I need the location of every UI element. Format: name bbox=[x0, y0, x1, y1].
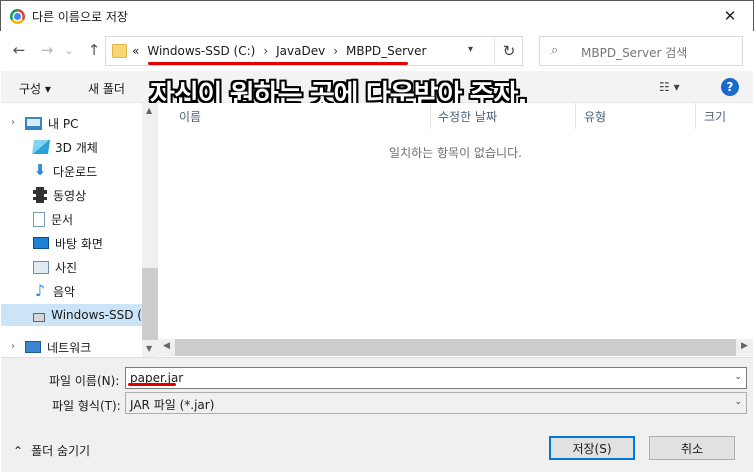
chrome-icon bbox=[10, 9, 25, 24]
help-icon[interactable]: ? bbox=[721, 78, 739, 96]
save-button[interactable]: 저장(S) bbox=[549, 436, 635, 460]
drive-icon bbox=[33, 312, 46, 322]
column-divider[interactable] bbox=[430, 103, 431, 129]
sidebar-item-videos[interactable]: 동영상 bbox=[33, 184, 86, 206]
forward-arrow-icon[interactable]: → bbox=[38, 41, 56, 59]
filetype-select[interactable]: JAR 파일 (*.jar) ⌄ bbox=[125, 392, 747, 414]
sidebar-item-desktop[interactable]: 바탕 화면 bbox=[33, 232, 103, 254]
chevron-down-icon[interactable]: ⌄ bbox=[734, 397, 742, 407]
cancel-button[interactable]: 취소 bbox=[649, 436, 735, 460]
sidebar-item-label: 다운로드 bbox=[53, 164, 98, 179]
expand-chevron-icon[interactable]: › bbox=[11, 341, 15, 352]
column-header-name[interactable]: 이름 bbox=[179, 103, 201, 129]
sidebar-item-this-pc[interactable]: 내 PC bbox=[25, 112, 78, 134]
scroll-right-icon[interactable]: ▶ bbox=[741, 341, 748, 351]
sidebar-item-windows-ssd[interactable]: Windows-SSD ( bbox=[1, 304, 142, 326]
pictures-icon bbox=[33, 260, 49, 274]
file-list: 이름 수정한 날짜 유형 크기 일치하는 항목이 없습니다. ◀ ▶ bbox=[158, 103, 753, 357]
pc-icon bbox=[25, 116, 42, 130]
filename-label: 파일 이름(N): bbox=[49, 374, 120, 388]
breadcrumb-separator[interactable]: › bbox=[263, 44, 268, 58]
sidebar-item-documents[interactable]: 문서 bbox=[33, 208, 73, 230]
sidebar-item-label: 사진 bbox=[55, 260, 78, 275]
close-button[interactable]: ✕ bbox=[707, 1, 753, 31]
recent-locations-chevron-icon[interactable]: ⌄ bbox=[60, 41, 78, 59]
new-folder-button[interactable]: 새 폴더 bbox=[88, 80, 125, 97]
filetype-value: JAR 파일 (*.jar) bbox=[130, 398, 215, 412]
breadcrumb-item-drive[interactable]: Windows-SSD (C:) bbox=[147, 44, 255, 58]
column-divider[interactable] bbox=[695, 103, 696, 129]
scroll-down-icon[interactable]: ▼ bbox=[146, 344, 152, 353]
filename-input[interactable]: paper.jar ⌄ bbox=[125, 367, 747, 389]
filename-highlight-underline bbox=[128, 383, 176, 386]
empty-message: 일치하는 항목이 없습니다. bbox=[389, 146, 522, 160]
expand-chevron-icon[interactable]: › bbox=[11, 117, 15, 128]
breadcrumb-item-mbpd-server[interactable]: MBPD_Server bbox=[346, 44, 426, 58]
search-icon: ⌕ bbox=[551, 43, 559, 58]
organize-menu-button[interactable]: 구성 ▾ bbox=[19, 80, 51, 97]
scroll-left-icon[interactable]: ◀ bbox=[163, 341, 170, 351]
sidebar-item-label: 3D 개체 bbox=[55, 140, 98, 155]
videos-icon bbox=[33, 187, 47, 203]
network-icon bbox=[25, 341, 41, 353]
search-box[interactable]: ⌕ MBPD_Server 검색 bbox=[539, 36, 743, 66]
column-divider[interactable] bbox=[575, 103, 576, 129]
filetype-label: 파일 형식(T): bbox=[52, 399, 121, 413]
sidebar-scrollbar[interactable]: ▲ ▼ bbox=[142, 103, 158, 357]
desktop-icon bbox=[33, 237, 49, 249]
up-arrow-icon[interactable]: ↑ bbox=[85, 41, 103, 59]
search-placeholder: MBPD_Server 검색 bbox=[581, 46, 688, 60]
sidebar-item-3d-objects[interactable]: 3D 개체 bbox=[32, 136, 98, 158]
sidebar-item-label: 동영상 bbox=[53, 188, 87, 203]
sidebar-item-pictures[interactable]: 사진 bbox=[33, 256, 77, 278]
breadcrumb-item-javadev[interactable]: JavaDev bbox=[276, 44, 325, 58]
music-icon: ♪ bbox=[34, 281, 46, 300]
column-header-date-modified[interactable]: 수정한 날짜 bbox=[438, 103, 497, 129]
horizontal-scrollbar[interactable]: ◀ ▶ bbox=[158, 339, 753, 356]
window-title: 다른 이름으로 저장 bbox=[32, 10, 128, 24]
sidebar-scroll-thumb[interactable] bbox=[142, 268, 158, 340]
column-header-type[interactable]: 유형 bbox=[584, 103, 606, 129]
view-options-button[interactable]: ☷ ▾ bbox=[659, 80, 680, 94]
breadcrumb-separator[interactable]: › bbox=[333, 44, 338, 58]
sidebar-item-label: 바탕 화면 bbox=[55, 236, 103, 251]
back-arrow-icon[interactable]: ← bbox=[10, 41, 28, 59]
breadcrumb: « Windows-SSD (C:) › JavaDev › MBPD_Serv… bbox=[132, 44, 426, 58]
sidebar-item-label: 네트워크 bbox=[47, 340, 92, 355]
title-bar: 다른 이름으로 저장 ✕ bbox=[0, 0, 754, 31]
breadcrumb-overflow[interactable]: « bbox=[132, 44, 139, 58]
sidebar-item-music[interactable]: ♪ 음악 bbox=[33, 280, 75, 302]
documents-icon bbox=[33, 211, 45, 227]
chevron-up-icon: ⌃ bbox=[13, 443, 24, 458]
refresh-icon[interactable]: ↻ bbox=[494, 37, 523, 65]
downloads-icon: ⬇ bbox=[33, 161, 47, 179]
sidebar-item-label: 음악 bbox=[53, 284, 76, 299]
chevron-down-icon[interactable]: ⌄ bbox=[734, 372, 742, 382]
horizontal-scroll-thumb[interactable] bbox=[175, 339, 736, 356]
scroll-up-icon[interactable]: ▲ bbox=[146, 106, 152, 115]
sidebar-item-label: 내 PC bbox=[48, 116, 79, 131]
sidebar-item-network[interactable]: 네트워크 bbox=[25, 336, 91, 358]
navigation-pane: › 내 PC 3D 개체 ⬇ 다운로드 동영상 문서 바탕 화면 사진 ♪ 음악… bbox=[1, 103, 158, 357]
column-header-size[interactable]: 크기 bbox=[704, 103, 726, 129]
folder-icon bbox=[112, 44, 127, 58]
3d-objects-icon bbox=[32, 140, 50, 154]
navigation-bar: ← → ⌄ ↑ « Windows-SSD (C:) › JavaDev › M… bbox=[1, 31, 753, 71]
address-dropdown-icon[interactable]: ▾ bbox=[468, 44, 473, 55]
sidebar-item-downloads[interactable]: ⬇ 다운로드 bbox=[33, 160, 97, 182]
sidebar-item-label: Windows-SSD ( bbox=[51, 308, 142, 322]
hide-folders-label: 폴더 숨기기 bbox=[31, 444, 91, 458]
path-highlight-underline bbox=[148, 62, 408, 65]
sidebar-item-label: 문서 bbox=[51, 212, 74, 227]
hide-folders-toggle[interactable]: ⌃ 폴더 숨기기 bbox=[13, 442, 90, 459]
